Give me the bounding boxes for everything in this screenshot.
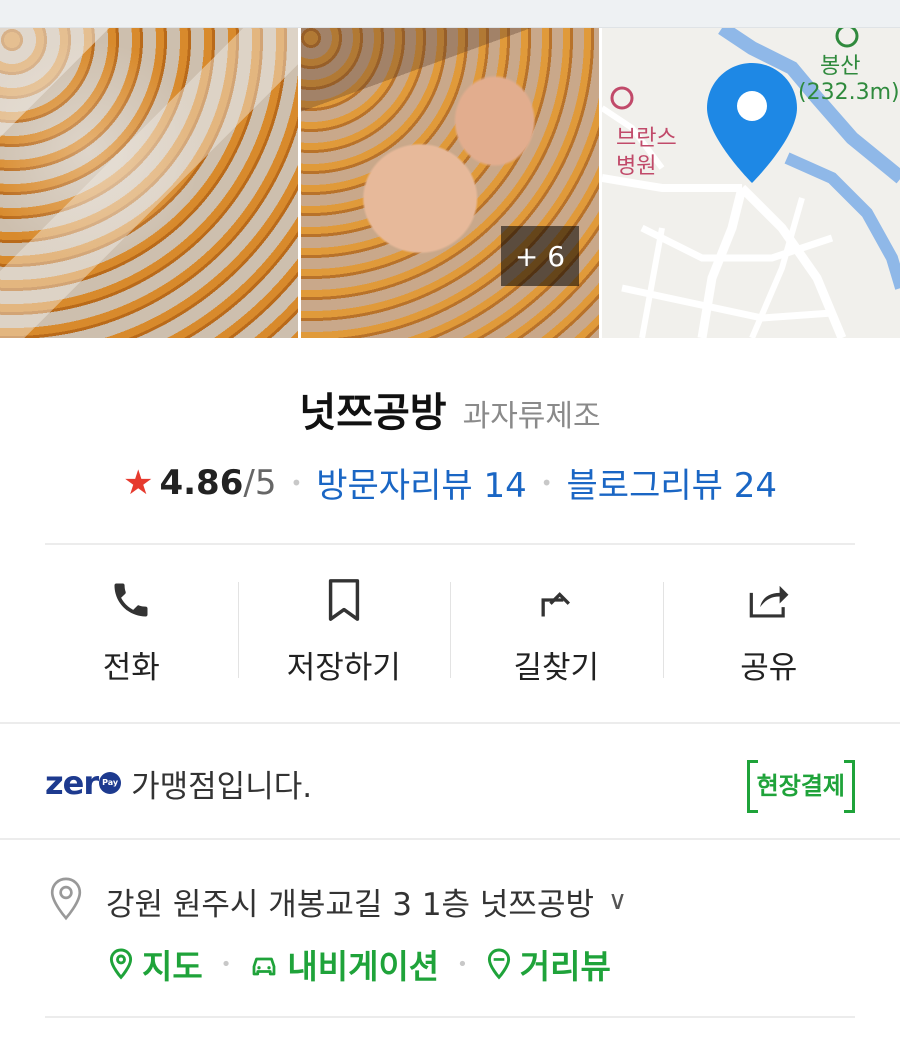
save-button[interactable]: 저장하기 [237, 572, 451, 692]
separator-dot: • [540, 470, 553, 495]
place-title-row: 넛쯔공방 과자류제조 [0, 380, 900, 438]
bookmark-icon [324, 572, 364, 628]
place-name: 넛쯔공방 [299, 390, 447, 436]
zeropay-logo-text: zer [45, 764, 99, 802]
navigation-link[interactable]: 내비게이션 [249, 940, 439, 988]
chevron-down-icon[interactable]: ∨ [608, 886, 627, 916]
zeropay-text: 가맹점입니다. [131, 768, 313, 805]
address-text: 강원 원주시 개봉교길 3 1층 넛쯔공방 [106, 886, 594, 923]
mini-map[interactable]: 봉산 (232.3m) 브란스 병원 [602, 28, 900, 338]
zeropay-logo-o: Pay [99, 772, 122, 794]
share-label: 공유 [740, 650, 798, 686]
phone-icon [109, 572, 153, 628]
rating-row: ★ 4.86 /5 • 방문자리뷰 14 • 블로그리뷰 24 [0, 458, 900, 507]
save-label: 저장하기 [286, 650, 401, 686]
action-bar: 전화 저장하기 길찾기 공유 [25, 572, 875, 692]
map-peak-name: 봉산 [820, 54, 861, 79]
separator-dot: • [457, 953, 468, 975]
call-button[interactable]: 전화 [25, 572, 238, 692]
place-category: 과자류제조 [462, 399, 601, 434]
separator-dot: • [290, 470, 303, 495]
separator-dot: • [220, 953, 232, 975]
zeropay-row: zer Pay 가맹점입니다. 현장결제 [45, 755, 856, 813]
divider [0, 722, 900, 724]
streetview-link-label: 거리뷰 [519, 947, 611, 986]
photo-hands-holding-bar[interactable]: + 6 [301, 28, 599, 338]
call-label: 전화 [102, 650, 160, 686]
share-button[interactable]: 공유 [662, 572, 876, 692]
streetview-icon [486, 948, 512, 980]
location-pin-icon [48, 876, 84, 926]
directions-label: 길찾기 [513, 650, 600, 686]
share-icon [746, 572, 792, 628]
directions-button[interactable]: 길찾기 [450, 572, 663, 692]
address-row[interactable]: 강원 원주시 개봉교길 3 1층 넛쯔공방 ∨ [48, 876, 858, 926]
directions-icon [534, 572, 578, 628]
streetview-link[interactable]: 거리뷰 [486, 940, 611, 988]
star-icon: ★ [122, 462, 154, 503]
map-links-row: 지도 • 내비게이션 • 거리뷰 [108, 940, 611, 988]
rating-max: /5 [243, 462, 277, 503]
onsite-payment-badge: 현장결제 [746, 759, 856, 813]
zeropay-logo: zer Pay [45, 764, 122, 802]
rating-score: 4.86 [159, 462, 244, 503]
navigation-link-label: 내비게이션 [287, 947, 440, 986]
photo-gallery: + 6 봉산 (232.3m) 브란스 병원 [0, 28, 900, 338]
divider [45, 1016, 855, 1018]
divider [0, 838, 900, 840]
top-status-bar [0, 0, 900, 28]
map-poi-line2: 병원 [616, 154, 657, 179]
car-icon [249, 949, 279, 979]
blog-review-link[interactable]: 블로그리뷰 24 [567, 458, 777, 507]
map-pin-icon [108, 948, 134, 980]
map-link[interactable]: 지도 [108, 940, 203, 988]
visitor-review-link[interactable]: 방문자리뷰 14 [316, 458, 526, 507]
map-peak-height: (232.3m) [798, 80, 900, 105]
more-photos-badge[interactable]: + 6 [501, 226, 579, 286]
photo-product-bars[interactable] [0, 28, 298, 338]
map-link-label: 지도 [142, 947, 203, 986]
divider [45, 543, 855, 545]
